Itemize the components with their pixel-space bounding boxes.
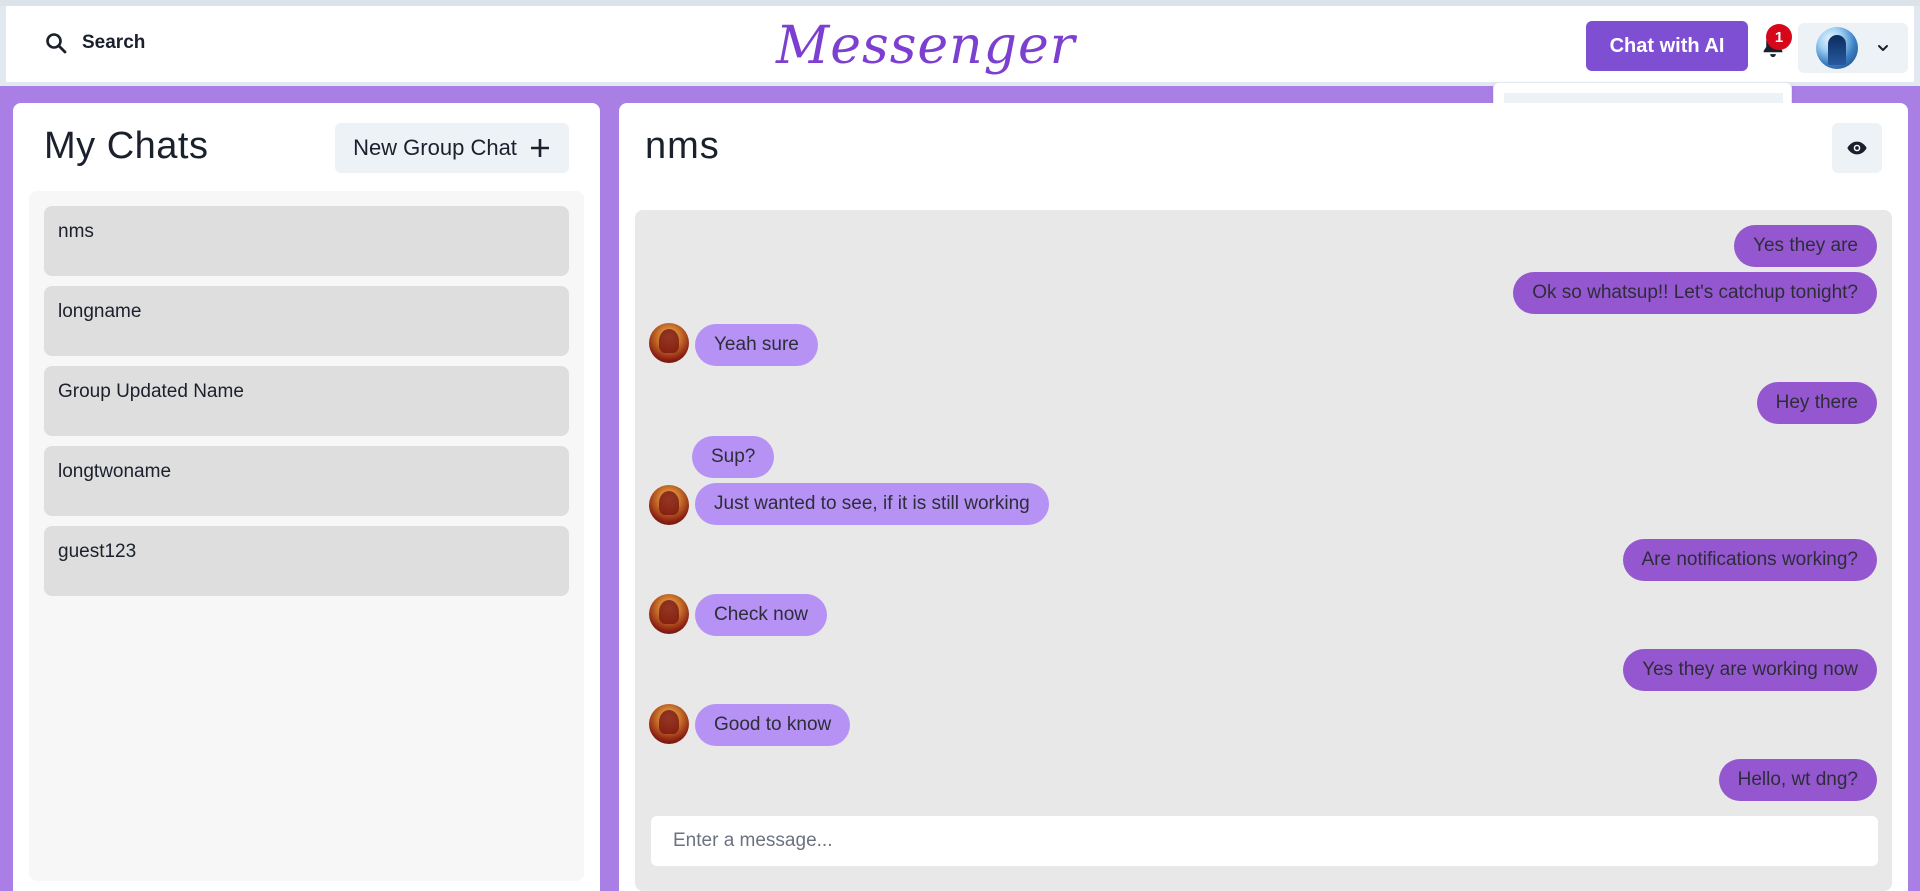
message-bubble-out: Hello, wt dng? — [1718, 759, 1877, 801]
chat-item-longname[interactable]: longname — [44, 286, 569, 356]
new-group-chat-button[interactable]: New Group Chat — [335, 123, 569, 173]
chat-title: nms — [645, 125, 720, 167]
message-bubble-in: Check now — [695, 594, 827, 636]
message-input[interactable] — [651, 816, 1878, 866]
search-icon — [46, 33, 67, 54]
message-bubble-in: Sup? — [692, 436, 775, 478]
chat-list: nms longname Group Updated Name longtwon… — [29, 191, 584, 881]
message-bubble-out: Yes they are — [1734, 225, 1877, 267]
eye-icon — [1847, 141, 1867, 155]
message-bubble-in: Yeah sure — [695, 324, 818, 366]
new-group-chat-label: New Group Chat — [353, 135, 517, 160]
chat-with-ai-button[interactable]: Chat with AI — [1586, 21, 1748, 71]
message-area: Yes they are Ok so whatsup!! Let's catch… — [635, 210, 1892, 891]
my-chats-title: My Chats — [44, 125, 209, 167]
my-chats-panel: My Chats New Group Chat nms longname Gro… — [13, 103, 600, 891]
message-bubble-in: Just wanted to see, if it is still worki… — [695, 483, 1049, 525]
chat-item-group-updated-name[interactable]: Group Updated Name — [44, 366, 569, 436]
app-logo: Messenger — [776, 16, 1076, 76]
chat-item-longtwoname[interactable]: longtwoname — [44, 446, 569, 516]
message-bubble-in: Good to know — [695, 704, 851, 746]
sender-avatar[interactable] — [649, 704, 689, 744]
sender-avatar[interactable] — [649, 323, 689, 363]
top-bar: Search Messenger Chat with AI 1 — [0, 6, 1920, 86]
chat-item-guest123[interactable]: guest123 — [44, 526, 569, 596]
view-profile-button[interactable] — [1832, 123, 1882, 173]
chevron-down-icon — [1878, 45, 1888, 51]
search-button[interactable]: Search — [32, 23, 157, 63]
sender-avatar[interactable] — [649, 594, 689, 634]
search-label: Search — [82, 32, 146, 53]
notification-badge: 1 — [1766, 24, 1792, 50]
user-avatar — [1816, 27, 1858, 69]
sender-avatar[interactable] — [649, 485, 689, 525]
message-bubble-out: Yes they are working now — [1623, 649, 1877, 691]
chat-item-nms[interactable]: nms — [44, 206, 569, 276]
plus-icon — [530, 139, 549, 157]
message-bubble-out: Hey there — [1756, 382, 1877, 424]
profile-menu-button[interactable] — [1798, 23, 1908, 73]
message-bubble-out: Ok so whatsup!! Let's catchup tonight? — [1513, 272, 1877, 314]
chat-panel: nms Yes they are Ok so whatsup!! Let's c… — [619, 103, 1908, 891]
message-bubble-out: Are notifications working? — [1622, 539, 1877, 581]
